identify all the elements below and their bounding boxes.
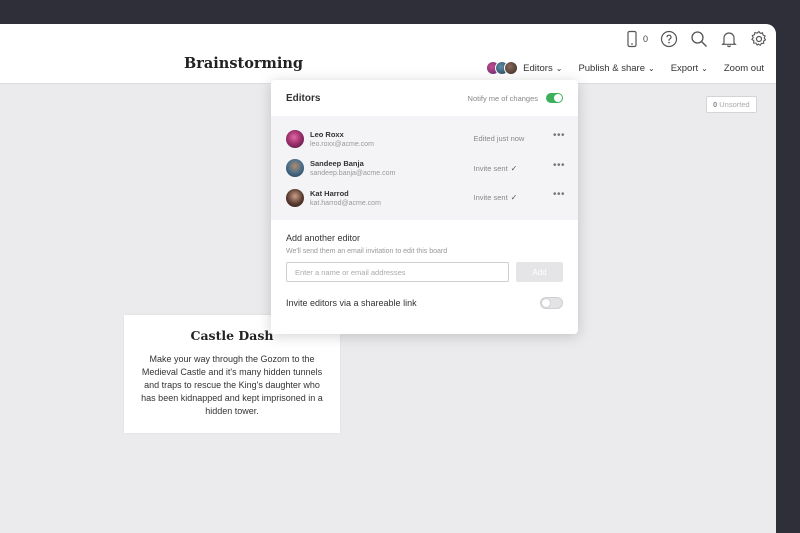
share-link-row: Invite editors via a shareable link — [286, 297, 563, 309]
more-options-icon[interactable]: ••• — [553, 190, 565, 200]
more-options-icon[interactable]: ••• — [553, 131, 565, 141]
editor-status-label: Edited just now — [473, 134, 525, 144]
notify-setting: Notify me of changes — [468, 93, 563, 103]
add-editor-button[interactable]: Add — [516, 262, 563, 282]
phone-icon[interactable] — [623, 30, 641, 48]
avatar — [286, 188, 304, 207]
avatar — [286, 159, 304, 178]
panel-title: Editors — [286, 92, 321, 104]
editor-row: Kat Harrod kat.harrod@acme.com Invite se… — [271, 183, 578, 213]
editor-name: Sandeep Banja — [310, 159, 364, 169]
zoom-out-label: Zoom out — [723, 62, 764, 74]
page-title: Brainstorming — [184, 55, 304, 72]
check-icon: ✓ — [510, 193, 518, 203]
editor-avatars — [486, 61, 519, 75]
editors-menu-label: Editors — [523, 62, 553, 74]
publish-share-menu[interactable]: Publish & share ⌄ — [578, 63, 654, 74]
help-icon[interactable] — [660, 30, 678, 48]
editor-name: Leo Roxx — [310, 129, 344, 139]
editors-panel: Editors Notify me of changes Leo Roxx le… — [271, 80, 578, 334]
editor-email: kat.harrod@acme.com — [310, 199, 381, 207]
publish-share-label: Publish & share — [578, 62, 645, 74]
bell-icon[interactable] — [720, 30, 738, 48]
unsorted-badge[interactable]: 0 Unsorted — [706, 96, 757, 113]
top-menu: Editors ⌄ Publish & share ⌄ Export ⌄ Zoo… — [486, 61, 764, 75]
editor-email-input[interactable] — [286, 262, 509, 282]
share-link-toggle[interactable] — [540, 297, 563, 309]
more-options-icon[interactable]: ••• — [553, 160, 565, 170]
editor-row: Sandeep Banja sandeep.banja@acme.com Inv… — [271, 154, 578, 184]
notify-label: Notify me of changes — [467, 93, 538, 103]
search-icon[interactable] — [690, 30, 708, 48]
editors-list: Leo Roxx leo.roxx@acme.com Edited just n… — [271, 116, 578, 220]
editor-name: Kat Harrod — [310, 188, 349, 198]
editor-status: Invite sent ✓ — [473, 164, 563, 173]
editor-info: Leo Roxx leo.roxx@acme.com — [310, 130, 473, 148]
top-icons: 0 — [623, 30, 768, 48]
notify-toggle[interactable] — [546, 93, 563, 103]
unsorted-count: 0 — [713, 100, 718, 109]
avatar — [286, 129, 304, 148]
check-icon: ✓ — [510, 163, 518, 173]
chevron-down-icon: ⌄ — [701, 63, 708, 73]
add-editor-subtitle: We'll send them an email invitation to e… — [286, 248, 448, 255]
gear-icon[interactable] — [750, 30, 768, 48]
avatar — [504, 61, 519, 75]
add-editor-row: Add — [286, 262, 563, 282]
editor-status-label: Invite sent — [473, 163, 508, 173]
editor-info: Kat Harrod kat.harrod@acme.com — [310, 189, 473, 207]
zoom-out-button[interactable]: Zoom out — [724, 63, 764, 74]
editor-status: Invite sent ✓ — [473, 193, 563, 202]
chevron-down-icon: ⌄ — [647, 63, 655, 73]
editor-email: leo.roxx@acme.com — [310, 140, 374, 148]
device-count: 0 — [642, 34, 648, 44]
card-body: Make your way through the Gozom to the M… — [141, 354, 323, 417]
top-bar: Brainstorming 0 Editors ⌄ Publish & shar… — [0, 24, 776, 84]
panel-header: Editors Notify me of changes — [271, 80, 578, 116]
chevron-down-icon: ⌄ — [555, 63, 563, 73]
export-label: Export — [670, 62, 699, 74]
devices-indicator[interactable]: 0 — [623, 30, 648, 48]
editors-menu[interactable]: Editors ⌄ — [486, 61, 562, 75]
editor-email: sandeep.banja@acme.com — [310, 170, 396, 178]
add-editor-title: Add another editor — [286, 233, 361, 243]
editor-status: Edited just now — [473, 134, 563, 143]
app-window: Brainstorming 0 Editors ⌄ Publish & shar… — [0, 24, 776, 533]
export-menu[interactable]: Export ⌄ — [671, 63, 708, 74]
share-link-label: Invite editors via a shareable link — [286, 298, 417, 308]
editor-status-label: Invite sent — [473, 193, 508, 203]
unsorted-label: Unsorted — [719, 100, 750, 109]
editor-info: Sandeep Banja sandeep.banja@acme.com — [310, 159, 473, 177]
editor-row: Leo Roxx leo.roxx@acme.com Edited just n… — [271, 124, 578, 154]
add-editor-section: Add another editor We'll send them an em… — [271, 220, 578, 309]
